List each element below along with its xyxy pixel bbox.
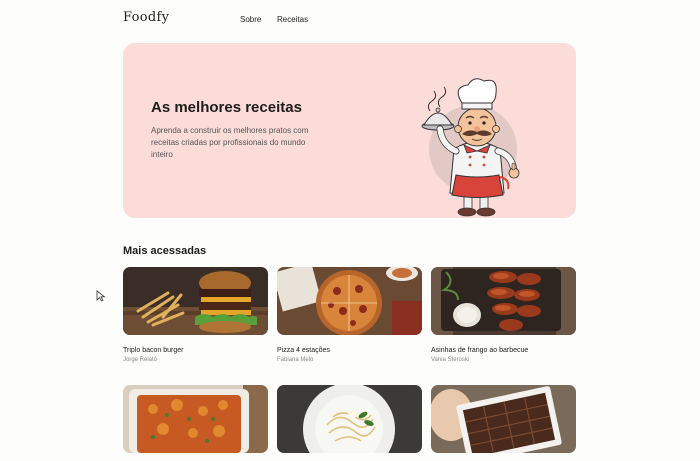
recipe-author: Vania Steroski <box>431 357 470 363</box>
hero-title: As melhores receitas <box>151 99 302 116</box>
nav-link-sobre[interactable]: Sobre <box>240 15 261 24</box>
recipe-image-wings <box>431 267 576 335</box>
recipe-card[interactable]: Asinhas de frango ao barbecue Vania Ster… <box>431 267 576 363</box>
recipe-name: Triplo bacon burger <box>123 347 184 354</box>
recipe-image-chocolate <box>431 385 576 453</box>
chef-illustration <box>421 78 520 217</box>
recipe-name: Asinhas de frango ao barbecue <box>431 347 529 354</box>
recipe-author: Fabiana Melo <box>277 357 314 363</box>
recipe-card[interactable]: Pizza 4 estações Fabiana Melo <box>277 267 422 363</box>
recipe-image-pizza <box>277 267 422 335</box>
recipe-author: Jorge Relató <box>123 357 158 363</box>
nav-link-receitas[interactable]: Receitas <box>277 15 308 24</box>
recipe-card[interactable]: Triplo bacon burger Jorge Relató <box>123 267 268 363</box>
mouse-cursor-icon <box>96 290 106 302</box>
recipe-name: Pizza 4 estações <box>277 347 330 354</box>
recipe-card[interactable] <box>431 385 576 461</box>
recipe-image-spaghetti <box>277 385 422 453</box>
recipe-image-burger <box>123 267 268 335</box>
logo[interactable]: Foodfy <box>123 10 169 25</box>
section-title-most-accessed: Mais acessadas <box>123 245 207 257</box>
header: Foodfy Sobre Receitas <box>0 0 700 40</box>
recipe-card[interactable] <box>277 385 422 461</box>
recipe-image-lasagna <box>123 385 268 453</box>
hero-banner: As melhores receitas Aprenda a construir… <box>123 43 576 218</box>
hero-description: Aprenda a construir os melhores pratos c… <box>151 126 309 159</box>
recipe-card[interactable] <box>123 385 268 461</box>
